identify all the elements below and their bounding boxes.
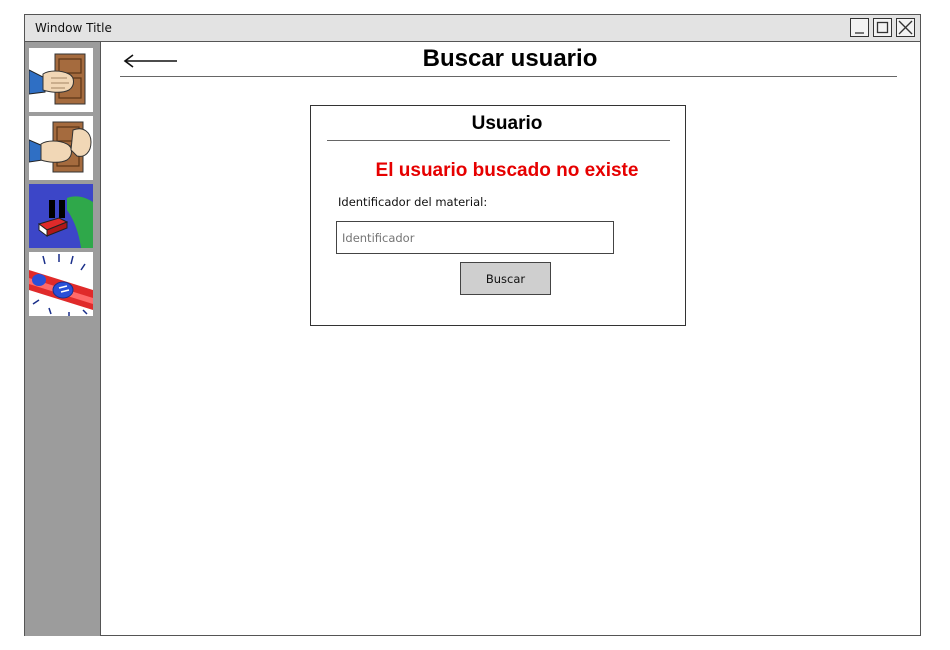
page-title: Buscar usuario [422, 45, 598, 72]
door-knock-open-icon [29, 121, 92, 173]
window-title: Window Title [35, 21, 112, 35]
title-divider [120, 76, 897, 77]
identifier-label: Identificador del material: [338, 195, 488, 209]
minimize-icon [855, 32, 864, 34]
close-button[interactable] [896, 18, 915, 37]
minimize-button[interactable] [850, 18, 869, 37]
sidebar-item-alert-siren[interactable] [29, 252, 93, 316]
close-icon [898, 20, 913, 35]
door-knock-icon [29, 53, 86, 105]
sidebar-item-door-knock[interactable] [29, 48, 93, 112]
identifier-input[interactable] [336, 221, 614, 254]
maximize-button[interactable] [873, 18, 892, 37]
title-bar: Window Title [25, 15, 920, 42]
card-divider [327, 140, 670, 141]
sidebar [25, 42, 101, 636]
pause-book-icon [37, 196, 93, 248]
user-search-card: Usuario El usuario buscado no existe Ide… [310, 105, 686, 326]
alert-siren-icon [29, 254, 93, 316]
back-arrow-icon[interactable] [123, 51, 179, 71]
app-window: Window Title Buscar usuario Usuario El u… [24, 14, 921, 636]
search-button[interactable]: Buscar [460, 262, 551, 295]
sidebar-item-pause-book[interactable] [29, 184, 93, 248]
error-message: El usuario buscado no existe [375, 160, 639, 181]
maximize-icon [876, 21, 889, 34]
sidebar-item-door-knock-open[interactable] [29, 116, 93, 180]
card-title: Usuario [471, 113, 543, 134]
